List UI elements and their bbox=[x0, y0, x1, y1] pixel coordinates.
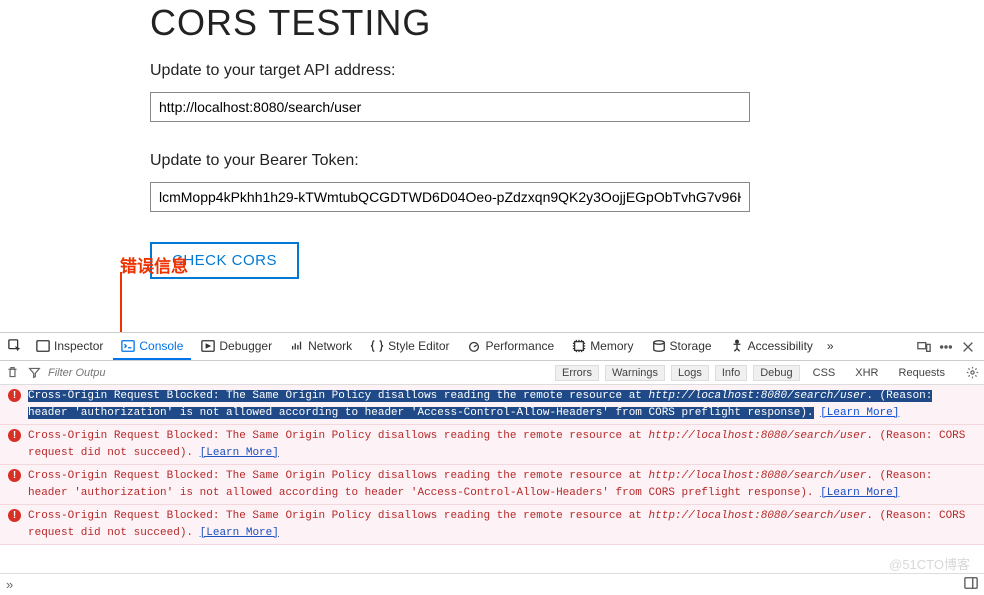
filter-debug-button[interactable]: Debug bbox=[753, 365, 799, 381]
tab-label: Memory bbox=[590, 339, 633, 353]
devices-icon bbox=[917, 340, 931, 354]
bearer-token-input[interactable] bbox=[150, 182, 750, 212]
gear-icon bbox=[966, 366, 979, 379]
page-title: CORS TESTING bbox=[150, 2, 984, 44]
filter-css-button[interactable]: CSS bbox=[806, 365, 843, 381]
pick-element-button[interactable] bbox=[4, 333, 26, 360]
memory-icon bbox=[572, 339, 586, 353]
console-error-row[interactable]: !Cross-Origin Request Blocked: The Same … bbox=[0, 425, 984, 465]
accessibility-icon bbox=[730, 339, 744, 353]
style-icon bbox=[370, 339, 384, 353]
tabs-overflow-button[interactable]: » bbox=[823, 333, 838, 360]
devtools-panel: Inspector Console Debugger Network Style… bbox=[0, 332, 984, 595]
tab-label: Network bbox=[308, 339, 352, 353]
devtools-tabs: Inspector Console Debugger Network Style… bbox=[0, 333, 984, 361]
storage-icon bbox=[652, 339, 666, 353]
filter-logs-button[interactable]: Logs bbox=[671, 365, 709, 381]
tab-inspector[interactable]: Inspector bbox=[28, 333, 111, 360]
learn-more-link[interactable]: Learn More bbox=[200, 447, 279, 459]
filter-icon bbox=[26, 366, 42, 379]
filter-info-button[interactable]: Info bbox=[715, 365, 747, 381]
tab-label: Performance bbox=[485, 339, 554, 353]
tab-label: Storage bbox=[670, 339, 712, 353]
error-icon: ! bbox=[8, 389, 21, 402]
panel-icon bbox=[964, 576, 978, 590]
annotation-label: 错误信息 bbox=[120, 252, 188, 277]
tab-storage[interactable]: Storage bbox=[644, 333, 720, 360]
console-icon bbox=[121, 339, 135, 353]
trash-icon bbox=[6, 366, 19, 379]
console-settings-button[interactable] bbox=[964, 366, 980, 379]
console-error-row[interactable]: !Cross-Origin Request Blocked: The Same … bbox=[0, 385, 984, 425]
console-error-row[interactable]: !Cross-Origin Request Blocked: The Same … bbox=[0, 505, 984, 545]
error-icon: ! bbox=[8, 509, 21, 522]
tab-accessibility[interactable]: Accessibility bbox=[722, 333, 821, 360]
filter-xhr-button[interactable]: XHR bbox=[848, 365, 885, 381]
tab-label: Accessibility bbox=[748, 339, 813, 353]
filter-requests-button[interactable]: Requests bbox=[892, 365, 952, 381]
watermark: @51CTO博客 bbox=[889, 554, 970, 573]
console-error-row[interactable]: !Cross-Origin Request Blocked: The Same … bbox=[0, 465, 984, 505]
error-icon: ! bbox=[8, 429, 21, 442]
console-prompt-icon[interactable]: » bbox=[6, 577, 13, 592]
devtools-menu-button[interactable] bbox=[938, 339, 954, 355]
dots-icon bbox=[939, 340, 953, 354]
close-icon bbox=[961, 340, 975, 354]
debugger-icon bbox=[201, 339, 215, 353]
tab-console[interactable]: Console bbox=[113, 333, 191, 360]
tab-label: Inspector bbox=[54, 339, 103, 353]
tab-performance[interactable]: Performance bbox=[459, 333, 562, 360]
network-icon bbox=[290, 339, 304, 353]
api-address-input[interactable] bbox=[150, 92, 750, 122]
tab-label: Debugger bbox=[219, 339, 272, 353]
tab-network[interactable]: Network bbox=[282, 333, 360, 360]
learn-more-link[interactable]: Learn More bbox=[820, 407, 899, 419]
split-console-button[interactable] bbox=[964, 576, 978, 593]
learn-more-link[interactable]: Learn More bbox=[200, 527, 279, 539]
console-output[interactable]: !Cross-Origin Request Blocked: The Same … bbox=[0, 385, 984, 573]
close-devtools-button[interactable] bbox=[960, 339, 976, 355]
tab-label: Style Editor bbox=[388, 339, 449, 353]
filter-warnings-button[interactable]: Warnings bbox=[605, 365, 665, 381]
token-label: Update to your Bearer Token: bbox=[150, 152, 984, 170]
error-icon: ! bbox=[8, 469, 21, 482]
performance-icon bbox=[467, 339, 481, 353]
api-label: Update to your target API address: bbox=[150, 62, 984, 80]
picker-icon bbox=[8, 339, 22, 353]
filter-errors-button[interactable]: Errors bbox=[555, 365, 599, 381]
clear-console-button[interactable] bbox=[4, 366, 20, 379]
inspector-icon bbox=[36, 339, 50, 353]
tab-memory[interactable]: Memory bbox=[564, 333, 641, 360]
console-toolbar: Errors Warnings Logs Info Debug CSS XHR … bbox=[0, 361, 984, 385]
tab-style-editor[interactable]: Style Editor bbox=[362, 333, 457, 360]
tab-debugger[interactable]: Debugger bbox=[193, 333, 280, 360]
chevrons-right-icon: » bbox=[827, 339, 834, 353]
tab-label: Console bbox=[139, 339, 183, 353]
responsive-mode-button[interactable] bbox=[916, 339, 932, 355]
learn-more-link[interactable]: Learn More bbox=[820, 487, 899, 499]
devtools-footer: » bbox=[0, 573, 984, 595]
console-filter-input[interactable] bbox=[48, 367, 138, 379]
